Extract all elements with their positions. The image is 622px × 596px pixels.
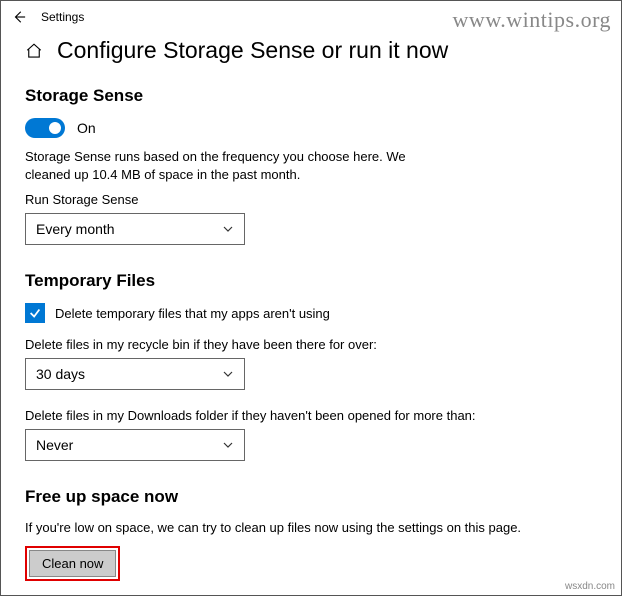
app-label: Settings [41, 10, 84, 24]
free-up-description: If you're low on space, we can try to cl… [25, 519, 585, 537]
highlight-annotation: Clean now [25, 546, 120, 581]
downloads-dropdown[interactable]: Never [25, 429, 245, 461]
free-up-section: Free up space now If you're low on space… [25, 487, 597, 580]
chevron-down-icon [222, 368, 234, 380]
delete-temp-label: Delete temporary files that my apps aren… [55, 306, 330, 321]
storage-sense-section: Storage Sense On Storage Sense runs base… [25, 86, 597, 245]
temporary-files-section: Temporary Files Delete temporary files t… [25, 271, 597, 461]
storage-sense-toggle[interactable] [25, 118, 65, 138]
section-heading-free-up: Free up space now [25, 487, 597, 507]
chevron-down-icon [222, 439, 234, 451]
run-storage-sense-label: Run Storage Sense [25, 192, 597, 207]
run-storage-sense-value: Every month [36, 221, 115, 237]
chevron-down-icon [222, 223, 234, 235]
recycle-bin-dropdown[interactable]: 30 days [25, 358, 245, 390]
title-bar: Settings [1, 1, 621, 33]
back-icon[interactable] [11, 9, 27, 25]
delete-temp-checkbox[interactable] [25, 303, 45, 323]
run-storage-sense-dropdown[interactable]: Every month [25, 213, 245, 245]
storage-sense-description: Storage Sense runs based on the frequenc… [25, 148, 425, 184]
toggle-state-label: On [77, 120, 96, 136]
recycle-bin-label: Delete files in my recycle bin if they h… [25, 337, 597, 352]
downloads-value: Never [36, 437, 73, 453]
page-title: Configure Storage Sense or run it now [57, 37, 448, 64]
section-heading-storage-sense: Storage Sense [25, 86, 597, 106]
clean-now-button[interactable]: Clean now [29, 550, 116, 577]
home-icon[interactable] [25, 42, 43, 60]
recycle-bin-value: 30 days [36, 366, 85, 382]
section-heading-temp-files: Temporary Files [25, 271, 597, 291]
downloads-label: Delete files in my Downloads folder if t… [25, 408, 597, 423]
